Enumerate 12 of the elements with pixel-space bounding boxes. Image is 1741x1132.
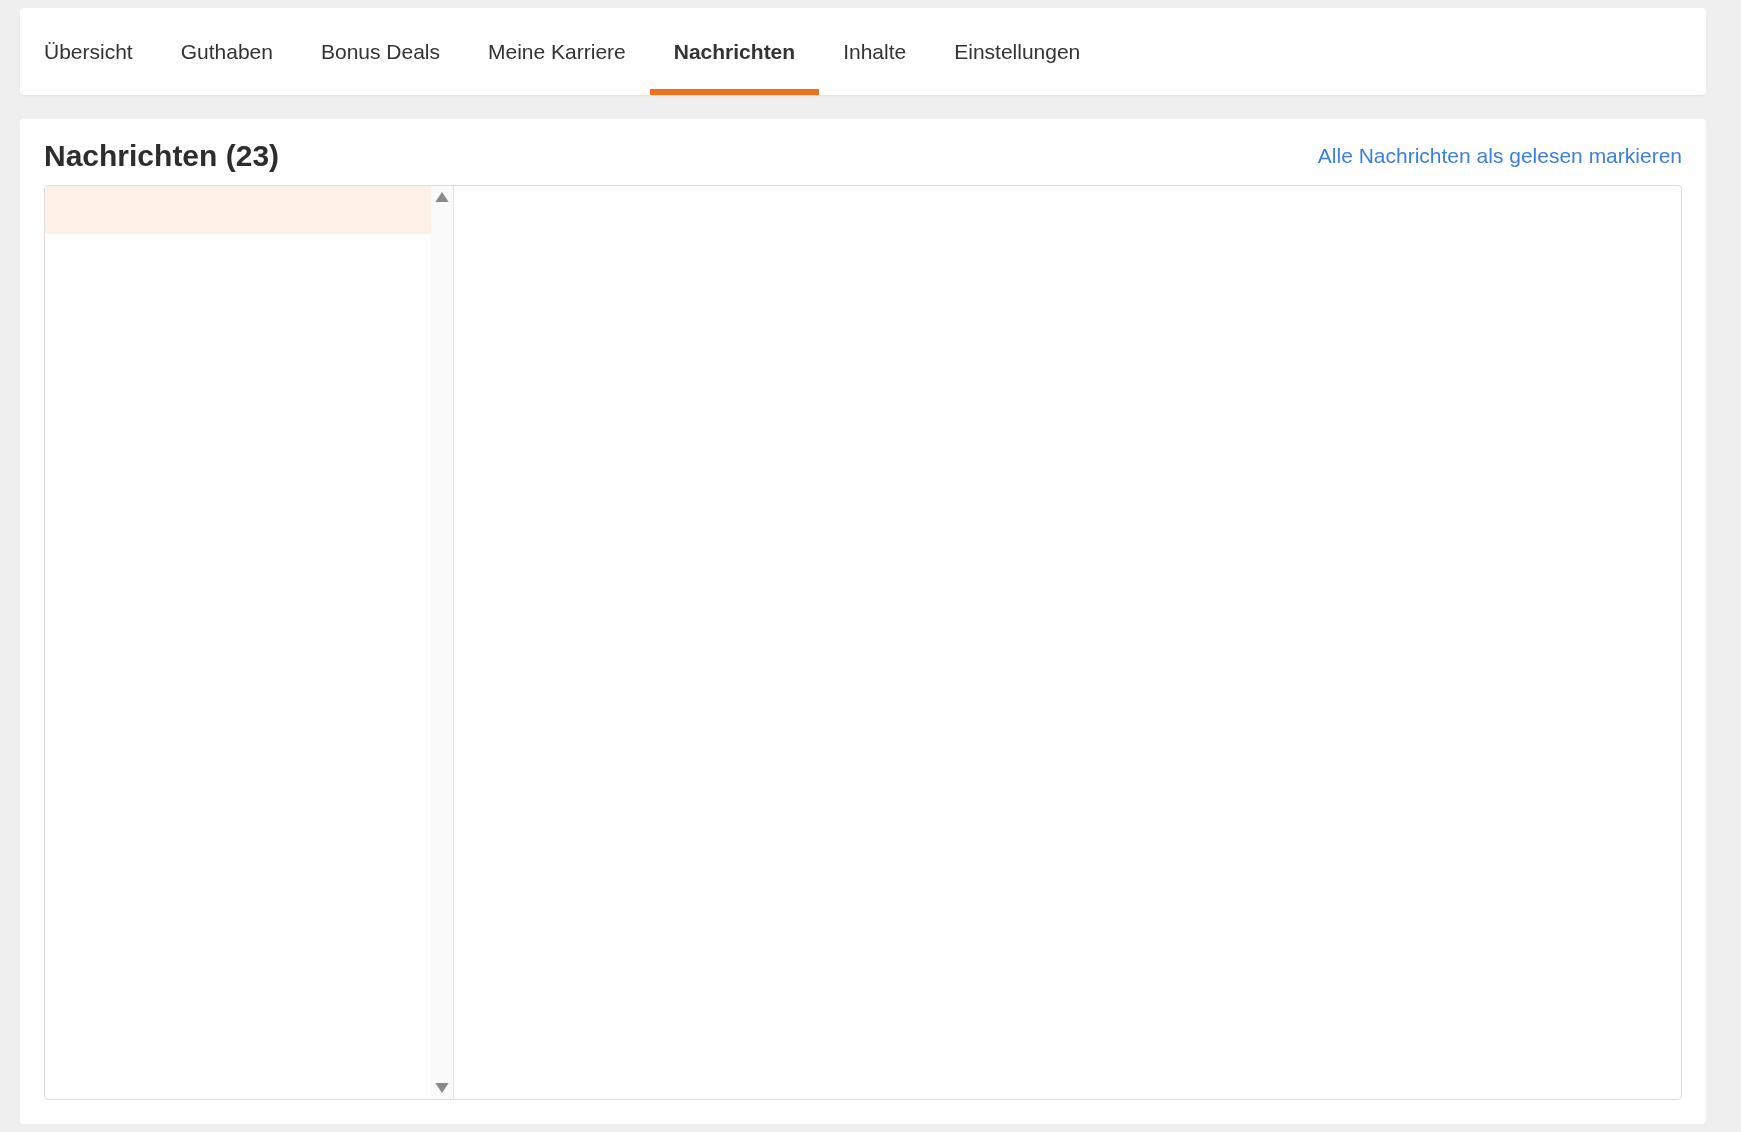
tab[interactable]: Bonus Deals (296, 8, 465, 95)
scroll-up-icon[interactable] (435, 192, 449, 202)
tab[interactable]: Nachrichten (649, 8, 820, 95)
tab[interactable]: Meine Karriere (464, 8, 650, 95)
tab[interactable]: Übersicht (40, 8, 157, 95)
tab[interactable]: Guthaben (156, 8, 297, 95)
scroll-down-icon[interactable] (435, 1083, 449, 1093)
mark-all-read-link[interactable]: Alle Nachrichten als gelesen markieren (1317, 144, 1682, 168)
tab[interactable]: Einstellungen (930, 8, 1105, 95)
scrollbar[interactable] (431, 186, 454, 1099)
messages-title: Nachrichten (23) (44, 139, 280, 173)
tab[interactable]: Inhalte (819, 8, 931, 95)
